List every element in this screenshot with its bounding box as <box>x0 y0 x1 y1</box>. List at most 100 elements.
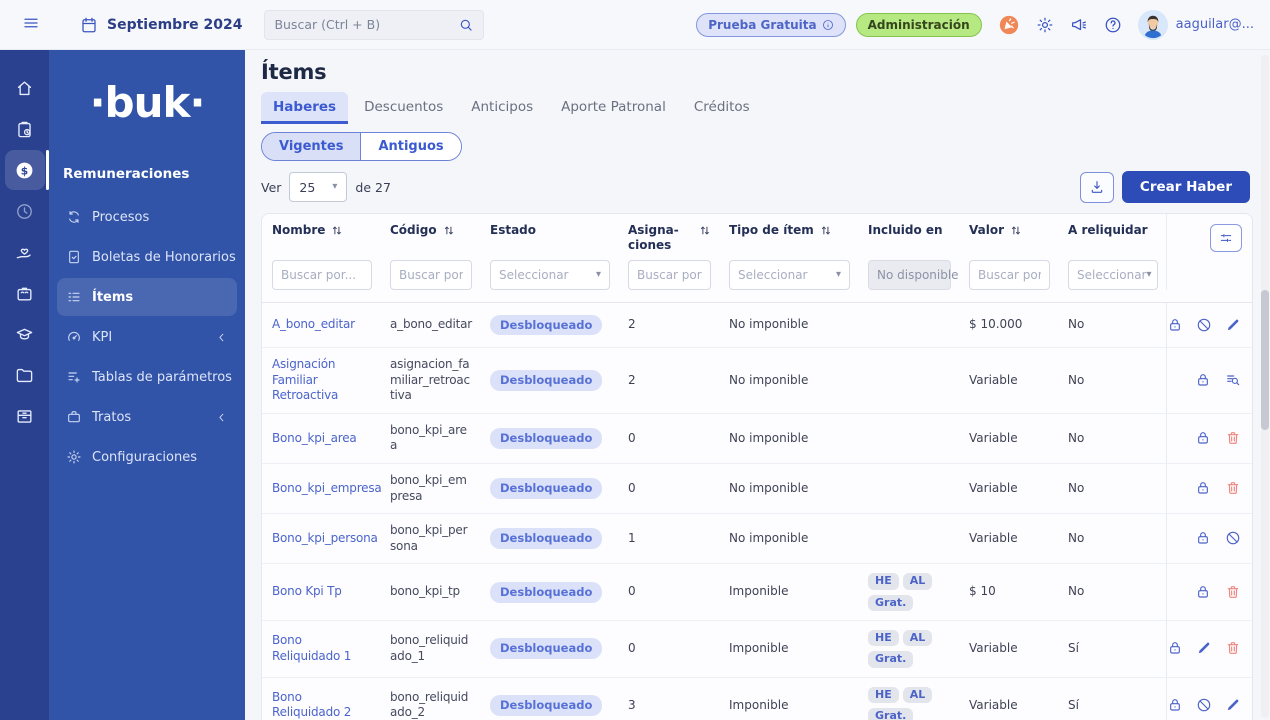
item-name-link[interactable]: Bono Reliquidado 2 <box>272 690 372 720</box>
trash-action-button[interactable] <box>1224 480 1241 497</box>
ban-action-button[interactable] <box>1224 530 1241 547</box>
filter-input-asignaciones[interactable] <box>628 260 711 290</box>
lock-action-button[interactable] <box>1194 584 1211 601</box>
rail-item-folder-icon[interactable] <box>5 355 45 395</box>
lock-action-button[interactable] <box>1167 640 1183 657</box>
sort-icon <box>819 224 832 237</box>
sidebar-item-kpi[interactable]: KPI <box>57 318 237 356</box>
filter-input-nombre[interactable] <box>272 260 372 290</box>
cell-actions <box>1166 413 1252 463</box>
cell-valor: $ 10 <box>969 584 996 599</box>
pencil-action-button[interactable] <box>1225 317 1241 334</box>
lock-action-button[interactable] <box>1194 480 1211 497</box>
rail-item-clipboard-clock-icon[interactable] <box>5 109 45 149</box>
column-header-nombre[interactable]: Nombre <box>262 214 380 258</box>
ban-action-button[interactable] <box>1196 317 1212 334</box>
ban-action-button[interactable] <box>1196 697 1212 714</box>
cell-estado: Desbloqueado <box>480 414 618 463</box>
tab-aporte-patronal[interactable]: Aporte Patronal <box>549 92 678 124</box>
filter-disabled-label: No disponible <box>877 268 959 282</box>
sidebar-item-tablas-de-parametros[interactable]: Tablas de parámetros <box>57 358 237 396</box>
column-settings-button[interactable] <box>1210 224 1242 252</box>
item-name-link[interactable]: Bono_kpi_area <box>272 431 357 447</box>
item-name-link[interactable]: A_bono_editar <box>272 317 355 333</box>
chevron-left-icon <box>215 331 228 344</box>
column-header-codigo[interactable]: Código <box>380 214 480 258</box>
cell-codigo: bono_kpi_empresa <box>390 472 467 503</box>
icon-rail: $ <box>0 50 49 720</box>
trash-action-button[interactable] <box>1225 640 1241 657</box>
settings-gear-icon[interactable] <box>1036 16 1054 34</box>
pencil-action-button[interactable] <box>1225 697 1241 714</box>
table-row: Asignación Familiar Retroactiva asignacio… <box>262 348 1252 414</box>
rail-item-hand-heart-icon[interactable] <box>5 232 45 272</box>
filter-select-tipo-de-item[interactable]: Seleccionar ▾ <box>729 260 850 290</box>
incluido-badge: HE <box>868 629 899 647</box>
hand-heart-icon <box>15 243 34 262</box>
trial-badge[interactable]: Prueba Gratuita <box>696 12 846 37</box>
tab-creditos[interactable]: Créditos <box>682 92 762 124</box>
gear-icon <box>66 449 82 465</box>
rail-item-dollar-icon[interactable]: $ <box>4 150 49 190</box>
cell-incluido-en: HE AL Grat. <box>858 621 959 677</box>
search-input[interactable] <box>274 17 459 32</box>
sidebar-item-configuraciones[interactable]: Configuraciones <box>57 438 237 476</box>
incluido-badge: Grat. <box>868 707 914 720</box>
lock-action-button[interactable] <box>1194 430 1211 447</box>
create-haber-button[interactable]: Crear Haber <box>1121 171 1250 203</box>
lock-action-button[interactable] <box>1167 697 1183 714</box>
tab-descuentos[interactable]: Descuentos <box>352 92 455 124</box>
admin-badge[interactable]: Administración <box>855 12 982 37</box>
filter-cell-incluido-en: No disponible <box>858 258 959 290</box>
item-name-link[interactable]: Bono Reliquidado 1 <box>272 633 372 664</box>
lock-action-button[interactable] <box>1194 372 1211 389</box>
column-header-tipo-de-item[interactable]: Tipo de ítem <box>719 214 858 258</box>
estado-badge: Desbloqueado <box>490 581 603 603</box>
global-search[interactable] <box>264 9 485 40</box>
filter-input-valor[interactable] <box>969 260 1050 290</box>
filter-select-a-reliquidar[interactable]: Seleccionar ▾ <box>1068 260 1158 290</box>
filter-select-estado[interactable]: Seleccionar ▾ <box>490 260 610 290</box>
sidebar-item-boletas-de-honorarios[interactable]: Boletas de Honorarios <box>57 238 237 276</box>
rail-item-graduation-icon[interactable] <box>5 314 45 354</box>
toggle-antiguos[interactable]: Antiguos <box>360 133 461 160</box>
period-selector[interactable]: Septiembre 2024 <box>107 17 242 33</box>
sidebar-item-tratos[interactable]: Tratos <box>57 398 237 436</box>
item-name-link[interactable]: Bono_kpi_persona <box>272 531 378 547</box>
tab-haberes[interactable]: Haberes <box>261 92 349 124</box>
tab-anticipos[interactable]: Anticipos <box>459 92 545 124</box>
column-header-asignaciones[interactable]: Asigna-ciones <box>618 214 719 258</box>
rail-item-cabinet-icon[interactable] <box>5 396 45 436</box>
rail-item-clock-icon[interactable] <box>5 191 45 231</box>
download-button[interactable] <box>1079 171 1114 203</box>
item-name-link[interactable]: Bono Kpi Tp <box>272 584 342 600</box>
pencil-action-button[interactable] <box>1196 640 1212 657</box>
username[interactable]: aaguilar@... <box>1176 17 1254 32</box>
trash-action-button[interactable] <box>1224 430 1241 447</box>
lock-action-button[interactable] <box>1194 530 1211 547</box>
help-icon[interactable] <box>1104 16 1122 34</box>
item-name-link[interactable]: Bono_kpi_empresa <box>272 481 382 497</box>
page-size-select[interactable]: 25 ▾ <box>289 172 348 202</box>
sidebar-item-items[interactable]: Ítems <box>57 278 237 316</box>
toggle-vigentes[interactable]: Vigentes <box>262 133 361 160</box>
announcements-icon[interactable] <box>1070 16 1088 34</box>
calendar-icon[interactable] <box>80 16 98 34</box>
celebration-icon[interactable] <box>998 14 1020 36</box>
rail-item-home-icon[interactable] <box>5 68 45 108</box>
filter-select-value: Seleccionar <box>738 268 808 282</box>
sidebar-item-procesos[interactable]: Procesos <box>57 198 237 236</box>
filter-input-codigo[interactable] <box>390 260 472 290</box>
search-list-action-button[interactable] <box>1224 372 1241 389</box>
column-header-valor[interactable]: Valor <box>959 214 1058 258</box>
search-icon[interactable] <box>458 17 474 33</box>
hamburger-menu-button[interactable] <box>22 14 40 35</box>
rail-item-box-icon[interactable] <box>5 273 45 313</box>
lock-action-button[interactable] <box>1167 317 1183 334</box>
folder-icon <box>15 366 34 385</box>
item-name-link[interactable]: Asignación Familiar Retroactiva <box>272 357 372 404</box>
scrollbar-thumb[interactable] <box>1261 290 1269 430</box>
scrollbar-track[interactable] <box>1261 55 1269 718</box>
trash-action-button[interactable] <box>1224 584 1241 601</box>
avatar[interactable] <box>1137 9 1168 40</box>
